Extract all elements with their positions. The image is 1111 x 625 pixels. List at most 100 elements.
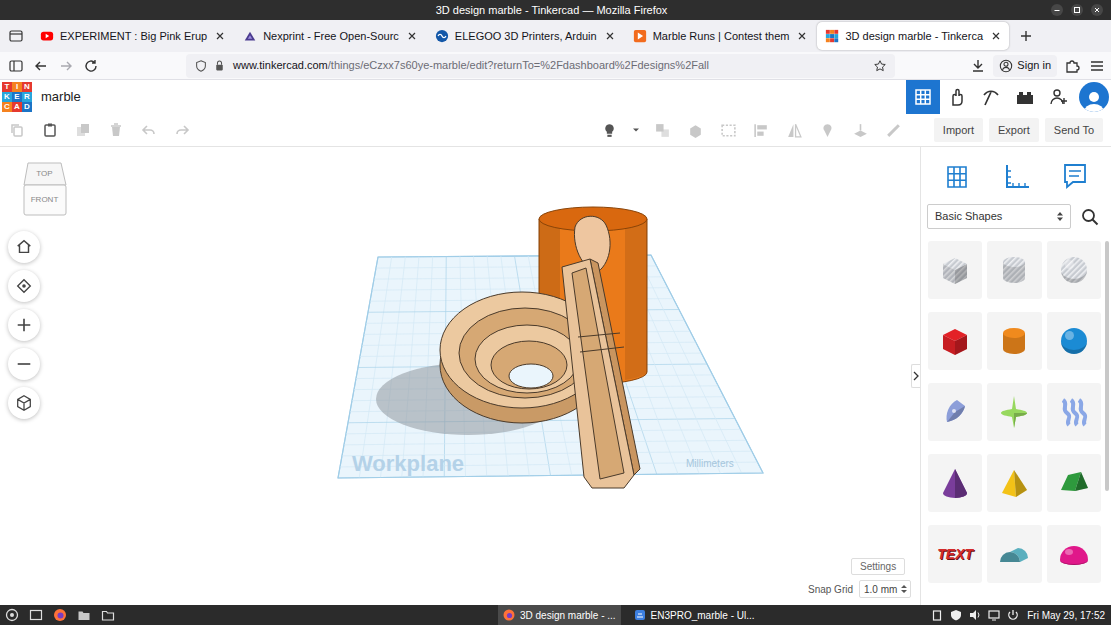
ruler-button[interactable] — [987, 157, 1046, 195]
update-tray-icon[interactable] — [950, 609, 962, 621]
extensions-button[interactable] — [1060, 54, 1084, 78]
tinkercad-logo[interactable]: TINKERCAD — [2, 82, 32, 112]
shape-tile[interactable] — [928, 454, 982, 512]
shape-tile[interactable] — [928, 312, 982, 370]
tab-list-icon[interactable] — [8, 28, 24, 44]
sidebar-button[interactable] — [4, 54, 28, 78]
fit-view-button[interactable] — [8, 270, 40, 302]
user-avatar[interactable] — [1079, 82, 1109, 112]
volume-tray-icon[interactable] — [969, 609, 981, 621]
zoom-out-button[interactable] — [8, 348, 40, 380]
shape-tile[interactable] — [1047, 312, 1101, 370]
maximize-icon[interactable] — [1071, 4, 1083, 16]
show-desktop-icon[interactable] — [29, 608, 43, 622]
minimize-icon[interactable] — [1051, 4, 1063, 16]
network-tray-icon[interactable] — [988, 609, 1000, 621]
shape-tile[interactable] — [987, 383, 1041, 441]
tracking-shield-icon[interactable] — [194, 59, 208, 73]
view-cube-top-face[interactable]: TOP — [21, 169, 68, 179]
close-tab-icon[interactable] — [407, 31, 417, 41]
toolbar-action-button[interactable]: Send To — [1045, 118, 1103, 142]
taskbar-window[interactable]: 3D design marble - ... — [498, 605, 621, 625]
shape-tile[interactable] — [1047, 241, 1101, 299]
cruise-button[interactable] — [811, 114, 844, 147]
copy-button[interactable] — [0, 114, 33, 147]
download-button[interactable] — [966, 54, 990, 78]
collapse-panel-button[interactable] — [911, 364, 920, 388]
perspective-cube-button[interactable] — [8, 387, 40, 419]
view-cube-front-face[interactable]: FRONT — [21, 195, 68, 205]
power-tray-icon[interactable] — [1007, 609, 1019, 621]
mirror-button[interactable] — [778, 114, 811, 147]
light-button[interactable] — [593, 114, 626, 147]
browser-tab[interactable]: EXPERIMENT : Big Pink Erup — [32, 22, 233, 50]
invite-button[interactable] — [1042, 80, 1076, 114]
undo-button[interactable] — [132, 114, 165, 147]
redo-button[interactable] — [165, 114, 198, 147]
ruler-tool-button[interactable] — [877, 114, 910, 147]
clipboard-tray-icon[interactable] — [931, 609, 943, 621]
snap-grid-select[interactable]: 1.0 mm — [859, 580, 911, 598]
view-button[interactable] — [940, 80, 974, 114]
design-canvas[interactable]: WorkplaneMillimetersTOPFRONTSettingsSnap… — [0, 147, 920, 605]
toolbar-action-button[interactable]: Import — [934, 118, 983, 142]
delete-button[interactable] — [99, 114, 132, 147]
lock-icon[interactable] — [213, 59, 226, 72]
folder-launcher-icon[interactable] — [101, 608, 115, 622]
forward-arrow-button[interactable] — [54, 54, 78, 78]
shape-tile[interactable] — [928, 383, 982, 441]
browser-tab[interactable]: ELEGOO 3D Printers, Arduin — [427, 22, 623, 50]
new-tab-icon[interactable] — [1019, 29, 1033, 43]
duplicate-button[interactable] — [66, 114, 99, 147]
browser-tab[interactable]: 3D design marble - Tinkerca — [817, 22, 1009, 50]
reload-button[interactable] — [79, 54, 103, 78]
sign-in-button[interactable]: Sign in — [993, 55, 1057, 77]
browser-tab[interactable]: Nexprint - Free Open-Sourc — [235, 22, 425, 50]
shape-tile[interactable] — [1047, 525, 1101, 583]
shape-tile[interactable] — [987, 454, 1041, 512]
hole-button[interactable] — [712, 114, 745, 147]
panel-scrollbar[interactable] — [1105, 241, 1109, 491]
view-button[interactable] — [1008, 80, 1042, 114]
shape-tile[interactable] — [928, 241, 982, 299]
workplane-tool-button[interactable] — [844, 114, 877, 147]
app-menu-icon[interactable] — [5, 608, 19, 622]
view-cube[interactable]: TOP FRONT — [21, 161, 68, 217]
bookmark-star-icon[interactable] — [873, 59, 887, 73]
close-window-icon[interactable] — [1091, 4, 1103, 16]
back-arrow-button[interactable] — [29, 54, 53, 78]
shape-tile[interactable] — [987, 312, 1041, 370]
taskbar-window[interactable]: EN3PRO_marble - Ul... — [629, 605, 760, 625]
shape-tile[interactable] — [987, 241, 1041, 299]
taskbar-clock[interactable]: Fri May 29, 17:52 — [1027, 608, 1111, 623]
light-menu-button[interactable] — [626, 114, 646, 147]
align-button[interactable] — [745, 114, 778, 147]
shape-tile[interactable] — [987, 525, 1041, 583]
settings-button[interactable]: Settings — [851, 558, 905, 575]
close-tab-icon[interactable] — [605, 31, 615, 41]
shape-tile[interactable]: TEXT — [928, 525, 982, 583]
firefox-launcher-icon[interactable] — [53, 608, 67, 622]
workplane-grid-button[interactable] — [928, 157, 987, 195]
zoom-in-button[interactable] — [8, 309, 40, 341]
view-button[interactable] — [974, 80, 1008, 114]
shape-tile[interactable] — [1047, 383, 1101, 441]
paste-button[interactable] — [33, 114, 66, 147]
view-button[interactable] — [906, 80, 940, 114]
group-button[interactable] — [646, 114, 679, 147]
solid-button[interactable] — [679, 114, 712, 147]
browser-tab[interactable]: Marble Runs | Contest them — [625, 22, 816, 50]
design-name[interactable]: marble — [41, 87, 81, 107]
workplane-scene[interactable] — [0, 147, 920, 605]
files-launcher-icon[interactable] — [77, 608, 91, 622]
close-tab-icon[interactable] — [797, 31, 807, 41]
shape-category-select[interactable]: Basic Shapes — [927, 204, 1071, 229]
menu-button[interactable] — [1085, 54, 1109, 78]
close-tab-icon[interactable] — [991, 31, 1001, 41]
home-button[interactable] — [8, 231, 40, 263]
notes-button[interactable] — [1045, 157, 1104, 195]
shape-tile[interactable] — [1047, 454, 1101, 512]
close-tab-icon[interactable] — [215, 31, 225, 41]
search-shapes-button[interactable] — [1075, 204, 1105, 229]
address-bar[interactable]: www.tinkercad.com/things/eCzxx7s60ye-mar… — [186, 54, 895, 78]
